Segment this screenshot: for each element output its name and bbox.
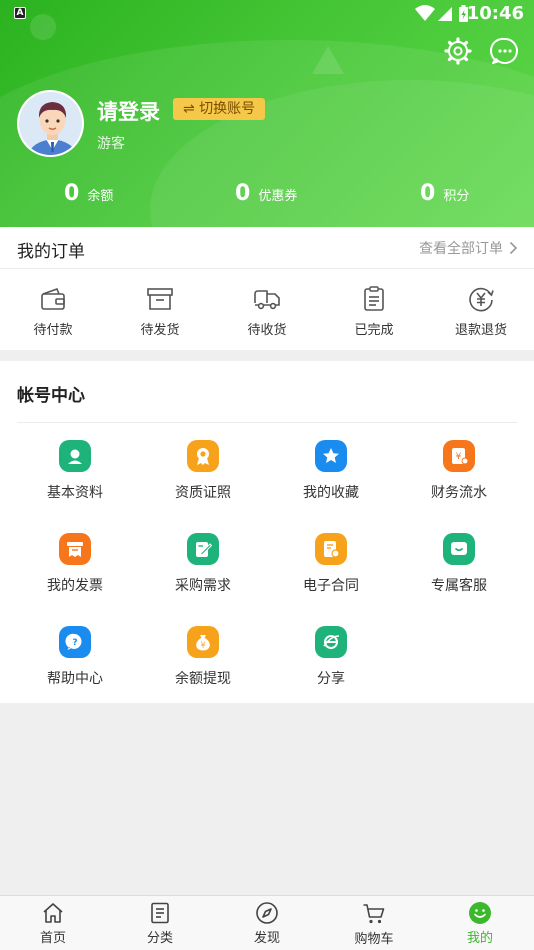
order-refund[interactable]: 退款退货 bbox=[428, 285, 534, 338]
grid-label: 专属客服 bbox=[431, 578, 487, 594]
orders-title: 我的订单 bbox=[17, 242, 85, 262]
tab-discover[interactable]: 发现 bbox=[214, 901, 320, 946]
invoice-icon bbox=[59, 533, 91, 565]
grid-label: 余额提现 bbox=[175, 671, 231, 687]
certificate-icon bbox=[187, 440, 219, 472]
avatar[interactable] bbox=[17, 90, 84, 157]
order-pending-receipt[interactable]: 待收货 bbox=[214, 285, 320, 338]
order-label: 退款退货 bbox=[454, 323, 507, 338]
order-label: 已完成 bbox=[354, 323, 394, 338]
signal-icon bbox=[438, 7, 452, 21]
status-time: 10:46 bbox=[466, 3, 524, 24]
grid-label: 资质证照 bbox=[175, 485, 231, 501]
grid-label: 采购需求 bbox=[175, 578, 231, 594]
finance-flow-button[interactable]: ¥ 财务流水 bbox=[395, 440, 523, 502]
status-icons bbox=[414, 4, 470, 28]
share-button[interactable]: 分享 bbox=[267, 626, 395, 688]
wifi-icon bbox=[415, 5, 435, 21]
user-role: 游客 bbox=[97, 136, 125, 152]
purchase-demand-button[interactable]: 采购需求 bbox=[139, 533, 267, 595]
order-pending-payment[interactable]: 待付款 bbox=[0, 285, 106, 338]
tab-label: 首页 bbox=[39, 931, 66, 946]
compass-icon bbox=[256, 902, 278, 924]
wallet-icon bbox=[41, 287, 65, 310]
grid-label: 基本资料 bbox=[47, 485, 103, 501]
stat-value: 0 bbox=[64, 181, 80, 206]
grid-label: 电子合同 bbox=[303, 578, 359, 594]
svg-text:?: ? bbox=[72, 638, 77, 648]
header-decoration bbox=[312, 46, 344, 74]
tab-cart[interactable]: 购物车 bbox=[321, 902, 427, 947]
bottom-tab-bar: 首页 分类 发现 购物车 我的 bbox=[0, 895, 534, 950]
grid-label: 财务流水 bbox=[431, 485, 487, 501]
stat-label: 积分 bbox=[443, 189, 470, 204]
contract-icon bbox=[315, 533, 347, 565]
grid-label: 分享 bbox=[317, 671, 345, 687]
stat-value: 0 bbox=[235, 181, 251, 206]
order-completed[interactable]: 已完成 bbox=[321, 285, 427, 338]
tab-label: 我的 bbox=[466, 931, 493, 946]
tab-label: 购物车 bbox=[354, 932, 394, 947]
home-icon bbox=[43, 903, 63, 923]
chevron-right-icon bbox=[509, 241, 518, 255]
truck-icon bbox=[254, 290, 280, 310]
svg-text:¥: ¥ bbox=[200, 641, 205, 650]
settings-gear-icon[interactable] bbox=[443, 36, 473, 66]
share-icon bbox=[315, 626, 347, 658]
switch-account-button[interactable]: ⇌ 切换账号 bbox=[173, 98, 266, 120]
finance-icon: ¥ bbox=[443, 440, 475, 472]
stat-points[interactable]: 0 积分 bbox=[420, 181, 469, 206]
notification-badge: A bbox=[14, 7, 26, 19]
view-all-label: 查看全部订单 bbox=[419, 241, 503, 257]
e-contract-button[interactable]: 电子合同 bbox=[267, 533, 395, 595]
stat-label: 余额 bbox=[87, 189, 114, 204]
edit-icon bbox=[187, 533, 219, 565]
star-icon bbox=[315, 440, 347, 472]
refund-icon bbox=[469, 287, 494, 312]
tab-category[interactable]: 分类 bbox=[107, 901, 213, 946]
grid-label: 我的发票 bbox=[47, 578, 103, 594]
status-bar: A 10:46 bbox=[0, 0, 534, 28]
stat-coupons[interactable]: 0 优惠券 bbox=[235, 181, 297, 206]
smiley-icon bbox=[469, 902, 491, 924]
stat-balance[interactable]: 0 余额 bbox=[64, 181, 113, 206]
account-center-section: 帐号中心 基本资料 资质证照 我的收藏 ¥ 财务流水 我的发票 采购需求 电子合… bbox=[0, 361, 534, 703]
message-bubble-icon[interactable] bbox=[490, 36, 520, 66]
invoice-button[interactable]: 我的发票 bbox=[11, 533, 139, 595]
cart-icon bbox=[363, 904, 385, 924]
customer-service-button[interactable]: 专属客服 bbox=[395, 533, 523, 595]
money-bag-icon: ¥ bbox=[187, 626, 219, 658]
divider bbox=[17, 422, 517, 423]
login-link[interactable]: 请登录 bbox=[97, 96, 160, 126]
clipboard-icon bbox=[364, 286, 384, 311]
account-center-title: 帐号中心 bbox=[17, 386, 85, 406]
profile-header: A 10:46 请登录 ⇌ 切换账号 游客 0 余额 0 优惠券 0 积分 bbox=[0, 0, 534, 227]
help-icon: ? bbox=[59, 626, 91, 658]
help-center-button[interactable]: ? 帮助中心 bbox=[11, 626, 139, 688]
tab-home[interactable]: 首页 bbox=[0, 901, 106, 946]
category-icon bbox=[151, 902, 169, 924]
profile-icon bbox=[59, 440, 91, 472]
svg-text:¥: ¥ bbox=[456, 452, 462, 462]
chat-icon bbox=[443, 533, 475, 565]
grid-label: 我的收藏 bbox=[303, 485, 359, 501]
order-label: 待付款 bbox=[33, 323, 73, 338]
stat-label: 优惠券 bbox=[258, 189, 298, 204]
orders-header: 我的订单 查看全部订单 bbox=[0, 227, 534, 269]
tab-mine[interactable]: 我的 bbox=[427, 901, 533, 946]
balance-withdraw-button[interactable]: ¥ 余额提现 bbox=[139, 626, 267, 688]
grid-label: 帮助中心 bbox=[47, 671, 103, 687]
box-icon bbox=[147, 288, 173, 310]
order-pending-shipment[interactable]: 待发货 bbox=[107, 285, 213, 338]
qualification-button[interactable]: 资质证照 bbox=[139, 440, 267, 502]
orders-section: 我的订单 查看全部订单 待付款 待发货 待收货 已完成 退款退货 bbox=[0, 227, 534, 350]
view-all-orders-link[interactable]: 查看全部订单 bbox=[419, 238, 518, 258]
tab-label: 发现 bbox=[253, 931, 280, 946]
stat-value: 0 bbox=[420, 181, 436, 206]
order-label: 待发货 bbox=[140, 323, 180, 338]
basic-profile-button[interactable]: 基本资料 bbox=[11, 440, 139, 502]
tab-label: 分类 bbox=[146, 931, 173, 946]
favorites-button[interactable]: 我的收藏 bbox=[267, 440, 395, 502]
order-label: 待收货 bbox=[247, 323, 287, 338]
